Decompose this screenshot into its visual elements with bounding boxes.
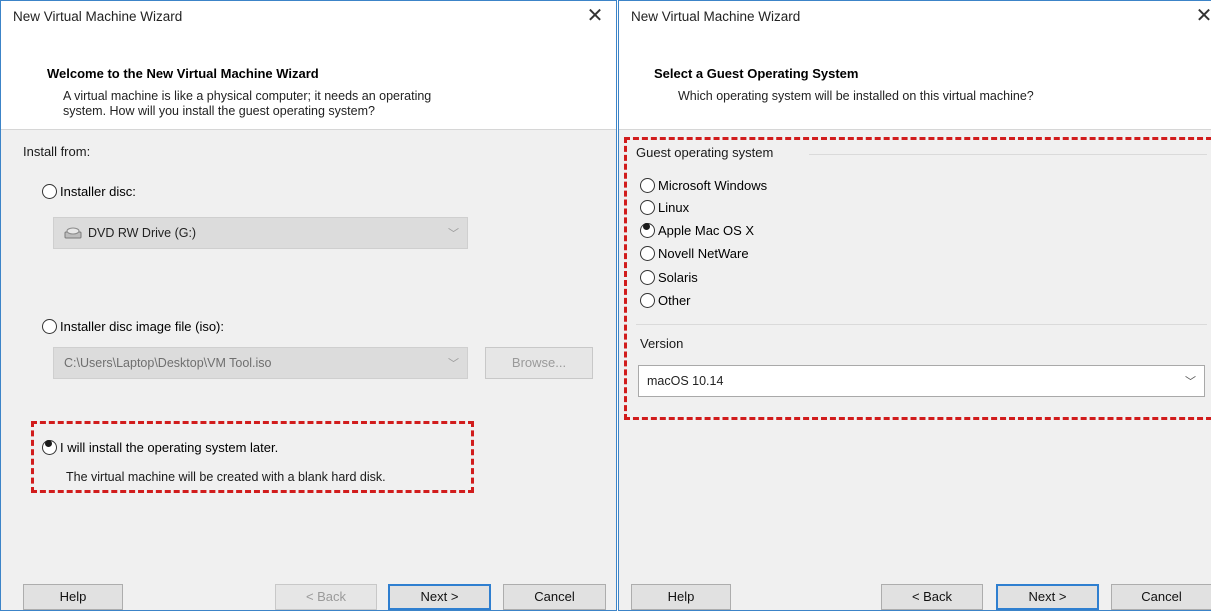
help-button[interactable]: Help xyxy=(23,584,123,610)
iso-path-input: C:\Users\Laptop\Desktop\VM Tool.iso ﹀ xyxy=(53,347,468,379)
chevron-down-icon: ﹀ xyxy=(1185,376,1196,388)
title-bar: New Virtual Machine Wizard ✕ xyxy=(1,1,616,33)
os-option-label: Other xyxy=(658,292,691,308)
radio-checked-icon xyxy=(640,222,655,238)
os-option-netware[interactable]: Novell NetWare xyxy=(640,243,749,263)
next-button[interactable]: Next > xyxy=(996,584,1099,610)
cancel-button[interactable]: Cancel xyxy=(1111,584,1211,610)
os-option-linux[interactable]: Linux xyxy=(640,197,689,217)
disc-drive-icon xyxy=(64,227,82,239)
radio-unchecked-icon xyxy=(640,245,655,261)
disc-drive-select: DVD RW Drive (G:) ﹀ xyxy=(53,217,468,249)
os-option-windows[interactable]: Microsoft Windows xyxy=(640,175,767,195)
help-button[interactable]: Help xyxy=(631,584,731,610)
chevron-down-icon: ﹀ xyxy=(448,228,459,240)
installer-disc-radio[interactable]: Installer disc: xyxy=(42,181,136,201)
group-separator xyxy=(809,154,1207,155)
close-icon[interactable]: ✕ xyxy=(1193,6,1211,28)
window-title: New Virtual Machine Wizard xyxy=(631,9,801,24)
guest-os-label: Guest operating system xyxy=(636,145,774,160)
installer-iso-radio[interactable]: Installer disc image file (iso): xyxy=(42,316,224,336)
back-button: < Back xyxy=(275,584,377,610)
version-value: macOS 10.14 xyxy=(647,374,724,388)
os-option-other[interactable]: Other xyxy=(640,290,691,310)
window-title: New Virtual Machine Wizard xyxy=(13,9,183,24)
header-subtitle-line1: A virtual machine is like a physical com… xyxy=(63,89,432,103)
next-button[interactable]: Next > xyxy=(388,584,491,610)
radio-unchecked-icon xyxy=(640,199,655,215)
radio-unchecked-icon xyxy=(640,269,655,285)
header-title: Welcome to the New Virtual Machine Wizar… xyxy=(47,66,319,81)
title-bar: New Virtual Machine Wizard ✕ xyxy=(619,1,1211,33)
wizard-header: Select a Guest Operating System Which op… xyxy=(619,33,1211,130)
os-option-solaris[interactable]: Solaris xyxy=(640,267,698,287)
header-title: Select a Guest Operating System xyxy=(654,66,859,81)
iso-path-value: C:\Users\Laptop\Desktop\VM Tool.iso xyxy=(64,356,272,370)
os-option-label: Novell NetWare xyxy=(658,245,749,261)
os-option-label: Apple Mac OS X xyxy=(658,222,755,238)
os-option-label: Solaris xyxy=(658,269,698,285)
version-label: Version xyxy=(640,336,684,351)
os-option-label: Microsoft Windows xyxy=(658,177,768,193)
installer-iso-label: Installer disc image file (iso): xyxy=(60,318,224,334)
install-later-radio[interactable]: I will install the operating system late… xyxy=(42,437,278,457)
radio-unchecked-icon xyxy=(42,318,57,334)
wizard-dialog-guest-os: New Virtual Machine Wizard ✕ Select a Gu… xyxy=(618,0,1211,611)
install-from-label: Install from: xyxy=(23,144,91,159)
browse-button: Browse... xyxy=(485,347,593,379)
os-option-macos[interactable]: Apple Mac OS X xyxy=(640,220,754,240)
radio-checked-icon xyxy=(42,439,57,455)
disc-drive-value: DVD RW Drive (G:) xyxy=(88,226,197,240)
close-icon[interactable]: ✕ xyxy=(584,6,606,28)
wizard-dialog-install-source: New Virtual Machine Wizard ✕ Welcome to … xyxy=(0,0,617,611)
header-subtitle-line2: system. How will you install the guest o… xyxy=(63,104,375,118)
header-subtitle: Which operating system will be installed… xyxy=(678,89,1034,103)
install-later-note: The virtual machine will be created with… xyxy=(66,470,386,484)
os-option-label: Linux xyxy=(658,199,690,215)
back-button[interactable]: < Back xyxy=(881,584,983,610)
cancel-button[interactable]: Cancel xyxy=(503,584,606,610)
radio-unchecked-icon xyxy=(640,177,655,193)
wizard-header: Welcome to the New Virtual Machine Wizar… xyxy=(1,33,616,130)
radio-unchecked-icon xyxy=(640,292,655,308)
installer-disc-label: Installer disc: xyxy=(60,183,136,199)
chevron-down-icon: ﹀ xyxy=(448,358,459,370)
radio-unchecked-icon xyxy=(42,183,57,199)
group-separator xyxy=(636,324,1207,325)
version-select[interactable]: macOS 10.14 ﹀ xyxy=(638,365,1205,397)
install-later-label: I will install the operating system late… xyxy=(60,439,279,455)
